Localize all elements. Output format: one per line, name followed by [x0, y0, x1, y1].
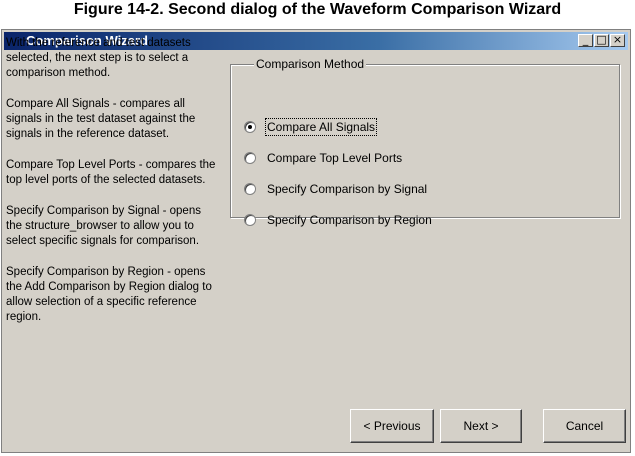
- description-panel: With the reference and test datasets sel…: [6, 36, 218, 341]
- radio-specify-by-signal[interactable]: Specify Comparison by Signal: [244, 180, 428, 198]
- minimize-button[interactable]: _: [578, 34, 593, 47]
- radio-label[interactable]: Compare Top Level Ports: [266, 150, 403, 166]
- description-top-level-ports: Compare Top Level Ports - compares the t…: [6, 159, 216, 186]
- previous-button[interactable]: < Previous: [350, 409, 434, 443]
- radio-specify-by-region[interactable]: Specify Comparison by Region: [244, 211, 433, 229]
- comparison-method-legend: Comparison Method: [254, 57, 367, 71]
- description-compare-all: Compare All Signals - compares all signa…: [6, 98, 196, 140]
- description-by-region: Specify Comparison by Region - opens the…: [6, 266, 212, 323]
- radio-button-selected[interactable]: [244, 121, 256, 133]
- maximize-button[interactable]: □: [594, 34, 609, 47]
- cancel-button[interactable]: Cancel: [543, 409, 626, 443]
- radio-compare-top-level-ports[interactable]: Compare Top Level Ports: [244, 149, 403, 167]
- radio-label[interactable]: Specify Comparison by Region: [266, 212, 433, 228]
- next-button[interactable]: Next >: [440, 409, 522, 443]
- radio-button[interactable]: [244, 183, 256, 195]
- description-by-signal: Specify Comparison by Signal - opens the…: [6, 205, 201, 247]
- radio-button[interactable]: [244, 214, 256, 226]
- description-intro: With the reference and test datasets sel…: [6, 37, 191, 79]
- radio-dot-icon: [248, 125, 252, 129]
- close-button[interactable]: ×: [610, 34, 625, 47]
- radio-label[interactable]: Compare All Signals: [264, 118, 378, 136]
- radio-label[interactable]: Specify Comparison by Signal: [266, 181, 428, 197]
- figure-caption: Figure 14-2. Second dialog of the Wavefo…: [73, 1, 562, 18]
- radio-compare-all-signals[interactable]: Compare All Signals: [244, 118, 378, 136]
- radio-button[interactable]: [244, 152, 256, 164]
